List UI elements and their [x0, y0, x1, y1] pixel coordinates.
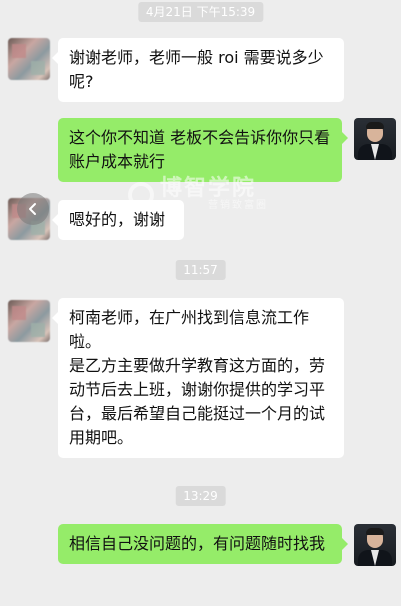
watermark-subtitle: 营销致富圈	[208, 200, 268, 211]
message-bubble-incoming[interactable]: 嗯好的，谢谢	[52, 200, 184, 240]
teacher-avatar[interactable]	[354, 118, 396, 160]
timestamp: 4月21日 下午15:39	[137, 2, 264, 22]
timestamp: 11:57	[175, 260, 226, 280]
sender-avatar[interactable]	[8, 300, 50, 342]
chevron-left-icon	[29, 203, 36, 215]
timestamp: 13:29	[175, 486, 226, 506]
message-bubble-incoming[interactable]: 柯南老师，在广州找到信息流工作啦。 是乙方主要做升学教育这方面的，劳动节后去上班…	[52, 298, 344, 458]
back-button[interactable]	[17, 193, 49, 225]
sender-avatar[interactable]	[8, 38, 50, 80]
teacher-avatar[interactable]	[354, 524, 396, 566]
message-bubble-outgoing[interactable]: 这个你不知道 老板不会告诉你你只看账户成本就行	[58, 118, 348, 182]
message-bubble-outgoing[interactable]: 相信自己没问题的，有问题随时找我	[58, 524, 348, 564]
message-bubble-incoming[interactable]: 谢谢老师，老师一般 roi 需要说多少呢?	[52, 38, 344, 102]
